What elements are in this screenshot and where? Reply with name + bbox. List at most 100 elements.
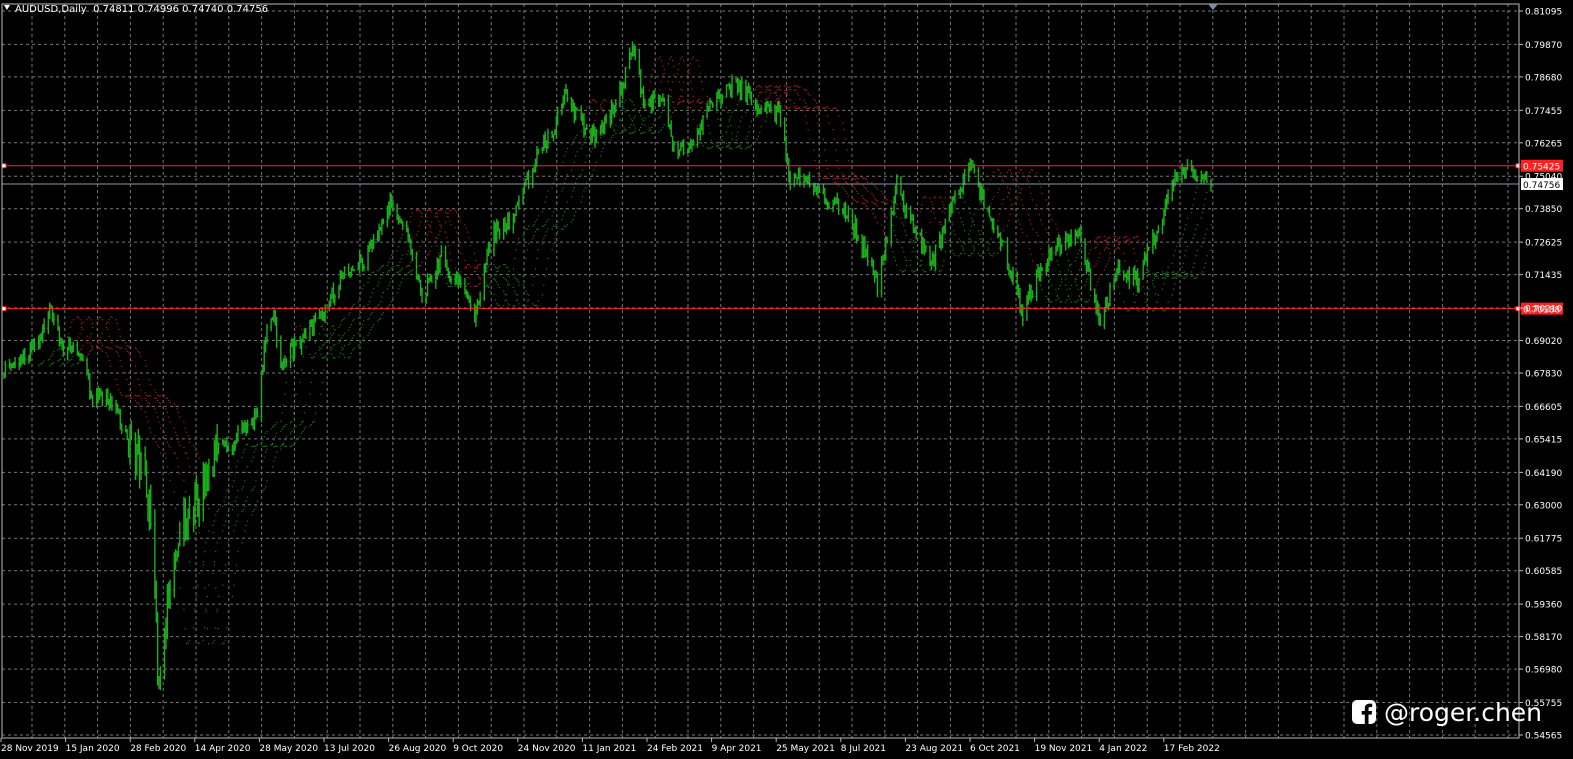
ribbon-dot bbox=[159, 395, 162, 397]
ribbon-dot bbox=[673, 107, 675, 109]
ribbon-dot bbox=[285, 445, 287, 447]
ribbon-dot bbox=[727, 145, 729, 147]
ribbon-dot bbox=[283, 442, 285, 444]
ribbon-dot bbox=[1060, 301, 1063, 303]
ribbon-dot bbox=[1192, 266, 1194, 268]
ribbon-dot bbox=[1132, 248, 1135, 250]
ribbon-dot bbox=[465, 285, 467, 287]
ribbon-dot bbox=[933, 197, 935, 199]
ribbon-dot bbox=[687, 74, 689, 76]
ribbon-dot bbox=[1016, 180, 1018, 182]
chart-window[interactable]: 0.75425 0.70188 0.74756 0.81095 0.79870 0.786… bbox=[0, 0, 1573, 759]
ribbon-dot bbox=[741, 141, 743, 144]
ribbon-dot bbox=[551, 249, 553, 251]
ribbon-dot bbox=[410, 216, 412, 218]
ribbon-dot bbox=[349, 342, 351, 344]
ribbon-dot bbox=[89, 336, 91, 339]
ribbon-dot bbox=[166, 441, 168, 443]
price-chart[interactable]: 0.754250.701880.747560.810950.798700.786… bbox=[0, 0, 1573, 759]
ribbon-dot bbox=[562, 161, 564, 163]
ribbon-dot bbox=[822, 177, 825, 179]
ribbon-dot bbox=[280, 420, 282, 422]
ribbon-dot bbox=[350, 309, 353, 311]
ribbon-dot bbox=[251, 460, 253, 462]
ribbon-dot bbox=[737, 103, 739, 105]
ribbon-dot bbox=[1107, 248, 1110, 250]
ribbon-dot bbox=[165, 457, 167, 459]
ribbon-dot bbox=[534, 268, 537, 270]
y-tick-label: 0.64190 bbox=[1525, 469, 1562, 479]
ribbon-dot bbox=[735, 146, 737, 149]
shift-marker-icon[interactable] bbox=[1208, 4, 1218, 10]
ribbon-dot bbox=[980, 230, 982, 232]
ribbon-dot bbox=[169, 446, 171, 448]
level-anchor-left[interactable] bbox=[1, 306, 7, 312]
ribbon-dot bbox=[1196, 276, 1198, 278]
ribbon-dot bbox=[1020, 228, 1022, 230]
ribbon-dot bbox=[896, 203, 898, 205]
ribbon-dot bbox=[964, 201, 966, 203]
ribbon-dot bbox=[1152, 280, 1154, 282]
ribbon-dot bbox=[523, 305, 526, 307]
ribbon-dot bbox=[1161, 277, 1164, 279]
ribbon-dot bbox=[126, 378, 128, 381]
ribbon-dot bbox=[683, 59, 685, 62]
ribbon-dot bbox=[1031, 260, 1034, 262]
ribbon-dot bbox=[165, 408, 167, 410]
ribbon-dot bbox=[1038, 241, 1040, 243]
ribbon-dot bbox=[1185, 276, 1187, 278]
ribbon-dot bbox=[536, 228, 538, 230]
x-tick-label: 24 Nov 2020 bbox=[518, 744, 576, 754]
ribbon-dot bbox=[265, 432, 267, 434]
ribbon-dot bbox=[137, 395, 139, 397]
ribbon-dot bbox=[208, 508, 210, 510]
ribbon-dot bbox=[49, 365, 51, 367]
ribbon-dot bbox=[677, 102, 679, 104]
ribbon-dot bbox=[121, 347, 123, 349]
x-tick-label: 14 Apr 2020 bbox=[195, 744, 251, 754]
ribbon-dot bbox=[1070, 271, 1072, 273]
ribbon-dot bbox=[737, 142, 739, 144]
y-tick-label: 0.76265 bbox=[1525, 139, 1562, 149]
ribbon-dot bbox=[1193, 198, 1195, 200]
ribbon-dot bbox=[310, 381, 312, 383]
ribbon-dot bbox=[1191, 275, 1193, 278]
ribbon-dot bbox=[1080, 298, 1082, 300]
ribbon-dot bbox=[894, 212, 897, 215]
collapse-triangle-icon[interactable] bbox=[4, 5, 10, 10]
ribbon-dot bbox=[352, 305, 354, 307]
ribbon-dot bbox=[90, 333, 92, 335]
ribbon-dot bbox=[554, 207, 556, 210]
ribbon-dot bbox=[389, 303, 391, 306]
y-tick-label: 0.67830 bbox=[1525, 370, 1562, 380]
ribbon-dot bbox=[903, 270, 905, 273]
ribbon-dot bbox=[486, 267, 488, 269]
ribbon-dot bbox=[314, 340, 317, 342]
ribbon-dot bbox=[915, 269, 917, 271]
ribbon-dot bbox=[144, 397, 146, 399]
ribbon-dot bbox=[507, 281, 509, 283]
ribbon-dot bbox=[439, 209, 441, 211]
ribbon-dot bbox=[1107, 236, 1110, 239]
ribbon-dot bbox=[1019, 223, 1021, 225]
ribbon-dot bbox=[299, 436, 301, 438]
ribbon-dot bbox=[689, 63, 692, 65]
ribbon-dot bbox=[808, 94, 811, 96]
ribbon-dot bbox=[378, 269, 380, 271]
ribbon-dot bbox=[1000, 172, 1002, 174]
ribbon-dot bbox=[1055, 288, 1057, 291]
ribbon-dot bbox=[1119, 248, 1121, 250]
ribbon-dot bbox=[371, 312, 373, 314]
ribbon-dot bbox=[187, 642, 189, 644]
ribbon-dot bbox=[651, 132, 653, 135]
ribbon-dot bbox=[348, 329, 350, 331]
ribbon-dot bbox=[925, 270, 927, 273]
ribbon-dot bbox=[136, 401, 138, 404]
ribbon-dot bbox=[894, 259, 897, 262]
level-anchor-left[interactable] bbox=[1, 163, 7, 169]
ribbon-dot bbox=[98, 316, 101, 318]
ribbon-dot bbox=[96, 345, 98, 347]
ribbon-dot bbox=[127, 383, 130, 386]
ribbon-dot bbox=[166, 411, 168, 413]
ribbon-dot bbox=[914, 224, 916, 226]
